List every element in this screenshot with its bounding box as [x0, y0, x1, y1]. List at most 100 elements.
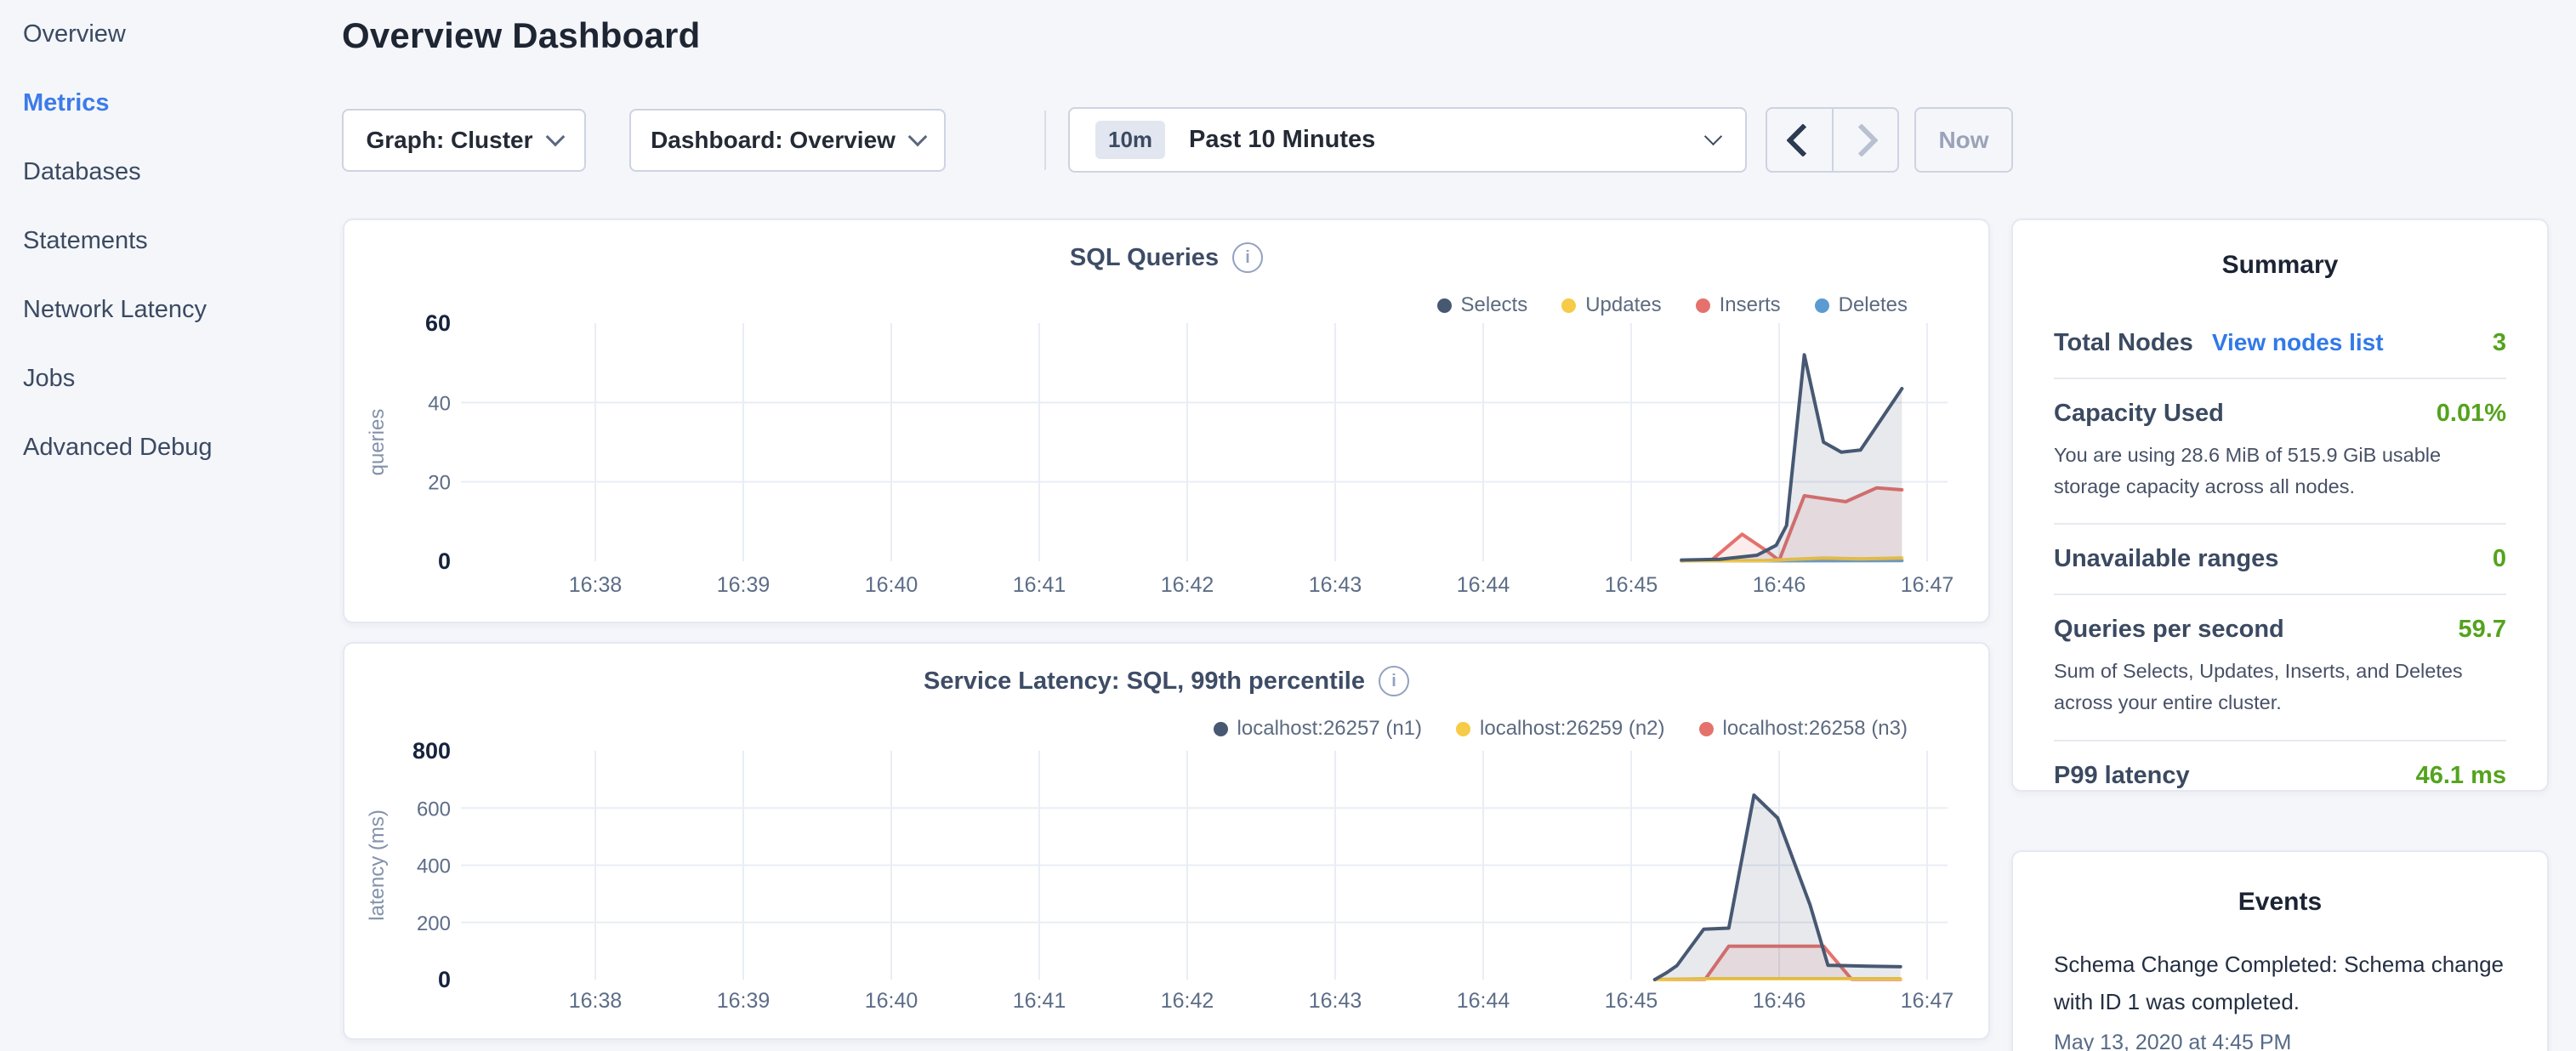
summary-label: Capacity Used: [2054, 400, 2224, 428]
chart-title-row: SQL Queries i: [344, 242, 1988, 273]
svg-text:16:46: 16:46: [1753, 573, 1806, 597]
svg-text:16:41: 16:41: [1013, 989, 1066, 1013]
sql-queries-panel: 16:3816:3916:4016:4116:4216:4316:4416:45…: [343, 219, 1990, 623]
legend-dot-icon: [1437, 298, 1452, 313]
chart-title: SQL Queries: [1070, 244, 1219, 272]
summary-value: 59.7: [2459, 616, 2506, 644]
svg-text:16:39: 16:39: [717, 573, 771, 597]
toolbar-divider: [1044, 111, 1046, 170]
svg-text:16:46: 16:46: [1753, 989, 1806, 1013]
sql-queries-chart[interactable]: 16:3816:3916:4016:4116:4216:4316:4416:45…: [344, 220, 1988, 622]
now-button[interactable]: Now: [1914, 107, 2013, 173]
chevron-down-icon: [1704, 128, 1722, 145]
chevron-right-icon: [1845, 123, 1879, 157]
summary-panel: Summary Total Nodes View nodes list 3 Ca…: [2011, 219, 2549, 792]
chart-title: Service Latency: SQL, 99th percentile: [924, 668, 1365, 696]
dashboard-label: Dashboard: Overview: [651, 127, 896, 154]
time-range-label: Past 10 Minutes: [1189, 126, 1692, 154]
sidebar-item-advanced-debug[interactable]: Advanced Debug: [0, 413, 340, 482]
svg-text:16:42: 16:42: [1161, 989, 1214, 1013]
events-title: Events: [2054, 888, 2506, 917]
event-message: Schema Change Completed: Schema change w…: [2054, 946, 2506, 1020]
chart-title-row: Service Latency: SQL, 99th percentile i: [344, 666, 1988, 696]
svg-text:16:39: 16:39: [717, 989, 771, 1013]
legend-label: Updates: [1585, 293, 1661, 317]
summary-row-unavailable-ranges: Unavailable ranges 0: [2054, 525, 2506, 595]
sidebar-item-metrics[interactable]: Metrics: [0, 69, 340, 138]
legend-label: Inserts: [1720, 293, 1781, 317]
legend-label: localhost:26259 (n2): [1480, 717, 1664, 741]
legend-item[interactable]: Selects: [1437, 293, 1528, 317]
svg-text:400: 400: [417, 855, 451, 878]
sidebar-item-network-latency[interactable]: Network Latency: [0, 276, 340, 344]
svg-text:16:47: 16:47: [1901, 573, 1954, 597]
chevron-down-icon: [908, 128, 928, 147]
legend-item[interactable]: Deletes: [1815, 293, 1908, 317]
chevron-left-icon: [1786, 123, 1820, 157]
summary-value: 0.01%: [2437, 400, 2506, 428]
service-latency-chart[interactable]: 16:3816:3916:4016:4116:4216:4316:4416:45…: [344, 644, 1988, 1038]
time-range-dropdown[interactable]: 10m Past 10 Minutes: [1068, 107, 1747, 173]
service-latency-panel: 16:3816:3916:4016:4116:4216:4316:4416:45…: [343, 642, 1990, 1040]
page-title: Overview Dashboard: [342, 15, 700, 56]
svg-text:800: 800: [412, 738, 451, 764]
summary-title: Summary: [2054, 251, 2506, 280]
svg-text:40: 40: [428, 392, 451, 415]
dashboard-dropdown[interactable]: Dashboard: Overview: [629, 109, 946, 172]
svg-text:16:38: 16:38: [569, 989, 623, 1013]
sidebar-item-overview[interactable]: Overview: [0, 0, 340, 69]
info-icon[interactable]: i: [1379, 666, 1409, 696]
legend-item[interactable]: Updates: [1561, 293, 1661, 317]
legend-label: localhost:26258 (n3): [1723, 717, 1908, 741]
summary-label: Unavailable ranges: [2054, 545, 2278, 573]
chart-legend: localhost:26257 (n1) localhost:26259 (n2)…: [1214, 717, 1908, 741]
svg-text:16:47: 16:47: [1901, 989, 1954, 1013]
legend-item[interactable]: localhost:26259 (n2): [1456, 717, 1664, 741]
summary-value: 46.1 ms: [2416, 762, 2506, 790]
legend-item[interactable]: localhost:26257 (n1): [1214, 717, 1422, 741]
svg-text:16:40: 16:40: [865, 573, 918, 597]
summary-label: Queries per second: [2054, 616, 2284, 644]
legend-dot-icon: [1456, 722, 1470, 736]
summary-row-queries-per-second: Queries per second 59.7 Sum of Selects, …: [2054, 595, 2506, 741]
summary-label: P99 latency: [2054, 762, 2190, 790]
svg-text:16:43: 16:43: [1309, 573, 1362, 597]
legend-dot-icon: [1561, 298, 1576, 313]
legend-item[interactable]: Inserts: [1696, 293, 1781, 317]
sidebar: Overview Metrics Databases Statements Ne…: [0, 0, 340, 1051]
view-nodes-list-link[interactable]: View nodes list: [2212, 329, 2384, 356]
graph-scope-dropdown[interactable]: Graph: Cluster: [342, 109, 586, 172]
time-range-badge: 10m: [1095, 121, 1165, 159]
summary-value: 0: [2493, 545, 2506, 573]
svg-text:16:38: 16:38: [569, 573, 623, 597]
summary-value: 3: [2493, 329, 2506, 357]
svg-text:16:43: 16:43: [1309, 989, 1362, 1013]
legend-dot-icon: [1214, 722, 1228, 736]
svg-text:16:41: 16:41: [1013, 573, 1066, 597]
svg-text:16:44: 16:44: [1457, 573, 1510, 597]
legend-item[interactable]: localhost:26258 (n3): [1699, 717, 1908, 741]
graph-scope-label: Graph: Cluster: [366, 127, 532, 154]
event-list-item[interactable]: Schema Change Completed: Schema change w…: [2054, 946, 2506, 1051]
time-step-back-button[interactable]: [1767, 109, 1834, 171]
summary-row-capacity-used: Capacity Used 0.01% You are using 28.6 M…: [2054, 379, 2506, 525]
legend-label: localhost:26257 (n1): [1237, 717, 1422, 741]
event-timestamp: May 13, 2020 at 4:45 PM: [2054, 1031, 2506, 1051]
legend-label: Deletes: [1839, 293, 1908, 317]
sidebar-item-databases[interactable]: Databases: [0, 138, 340, 207]
sidebar-item-statements[interactable]: Statements: [0, 207, 340, 276]
chevron-down-icon: [545, 128, 565, 147]
svg-text:600: 600: [417, 798, 451, 821]
summary-description: Sum of Selects, Updates, Inserts, and De…: [2054, 656, 2506, 719]
svg-text:20: 20: [428, 472, 451, 495]
svg-text:queries: queries: [366, 409, 389, 476]
time-step-forward-button[interactable]: [1834, 109, 1898, 171]
legend-dot-icon: [1815, 298, 1829, 313]
chart-legend: Selects Updates Inserts Deletes: [1437, 293, 1908, 317]
summary-description: You are using 28.6 MiB of 515.9 GiB usab…: [2054, 440, 2506, 503]
svg-text:200: 200: [417, 912, 451, 935]
legend-dot-icon: [1696, 298, 1710, 313]
svg-text:60: 60: [425, 310, 451, 336]
sidebar-item-jobs[interactable]: Jobs: [0, 344, 340, 413]
info-icon[interactable]: i: [1232, 242, 1263, 273]
